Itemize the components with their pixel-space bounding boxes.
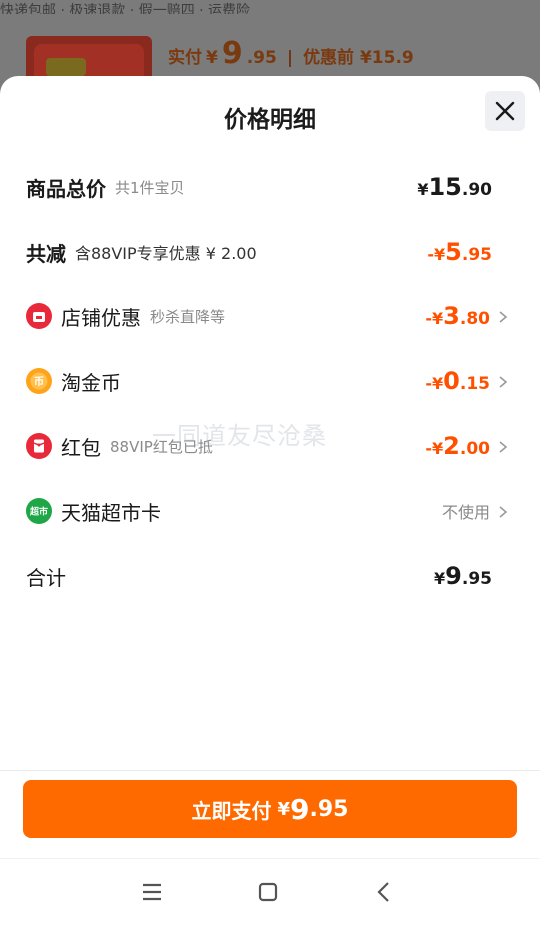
- price-int: 9: [445, 562, 462, 590]
- row-label: 天猫超市卡: [61, 500, 161, 525]
- coin-icon: 币: [26, 368, 52, 394]
- row-label: 共减: [26, 241, 66, 266]
- before-discount: 优惠前 ¥15.9: [303, 48, 414, 68]
- row-supermarket-card[interactable]: 超市 天猫超市卡 不使用: [0, 489, 540, 533]
- currency: -¥: [425, 309, 444, 328]
- price-int: 2: [443, 432, 460, 460]
- chevron-right-icon: [496, 374, 510, 388]
- row-label: 商品总价: [26, 176, 106, 201]
- pay-currency: ¥: [277, 798, 291, 820]
- row-label: 合计: [26, 565, 66, 590]
- paid-label: 实付: [168, 48, 202, 68]
- separator: |: [286, 48, 294, 68]
- price-int: 3: [443, 302, 460, 330]
- shop-discount-price: -¥ 3 .80: [425, 302, 490, 330]
- close-icon: [495, 101, 515, 121]
- chevron-right-icon: [496, 504, 510, 518]
- home-button[interactable]: [253, 877, 283, 907]
- goods-total-price: ¥ 15 .90: [417, 173, 492, 201]
- grand-total-price: ¥ 9 .95: [434, 562, 492, 590]
- currency: ¥: [434, 569, 446, 588]
- row-shop-discount[interactable]: 店铺优惠 秒杀直降等 -¥ 3 .80: [0, 294, 540, 338]
- home-icon: [258, 882, 278, 902]
- sheet-title: 价格明细: [224, 107, 316, 133]
- product-logo: [46, 58, 86, 76]
- paid-int: 9: [221, 36, 243, 71]
- redpacket-icon: [26, 433, 52, 459]
- paid-currency: ¥: [206, 48, 218, 68]
- price-int: 15: [428, 173, 462, 201]
- row-sub: 秒杀直降等: [150, 307, 226, 326]
- shop-icon: [26, 303, 52, 329]
- supermarket-icon: 超市: [26, 498, 52, 524]
- price-int: 0: [443, 367, 460, 395]
- background-price: 实付 ¥ 9 .95 | 优惠前 ¥15.9: [168, 36, 414, 71]
- red-packet-price: -¥ 2 .00: [425, 432, 490, 460]
- back-icon: [377, 882, 389, 902]
- pay-int: 9: [290, 792, 310, 826]
- total-discount-price: -¥ 5 .95: [427, 238, 492, 266]
- row-total-discount: 共减 含88VIP专享优惠 ¥ 2.00 -¥ 5 .95: [0, 230, 540, 274]
- paid-dec: .95: [246, 48, 277, 68]
- svg-text:超市: 超市: [29, 506, 48, 518]
- row-label: 红包: [61, 435, 101, 460]
- chevron-right-icon: [496, 439, 510, 453]
- row-sub: 共1件宝贝: [115, 178, 185, 197]
- system-nav-bar: [0, 858, 540, 926]
- menu-button[interactable]: [137, 877, 167, 907]
- pay-dec: .95: [309, 796, 349, 822]
- row-taobao-coin[interactable]: 币 淘金币 -¥ 0 .15: [0, 359, 540, 403]
- price-detail-sheet: 价格明细 商品总价 共1件宝贝 ¥ 15 .90 共减 含88VIP专享优惠 ¥…: [0, 76, 540, 926]
- footer-divider: [0, 770, 540, 771]
- currency: -¥: [427, 245, 446, 264]
- close-button[interactable]: [485, 91, 525, 131]
- price-dec: .90: [461, 180, 492, 200]
- row-goods-total: 商品总价 共1件宝贝 ¥ 15 .90: [0, 165, 540, 209]
- pay-now-button[interactable]: 立即支付 ¥ 9 .95: [23, 780, 517, 838]
- currency: ¥: [417, 180, 429, 199]
- price-dec: .00: [459, 439, 490, 459]
- currency: -¥: [425, 374, 444, 393]
- currency: -¥: [425, 439, 444, 458]
- row-sub: 含88VIP专享优惠 ¥ 2.00: [75, 244, 257, 263]
- price-dec: .95: [461, 569, 492, 589]
- row-label: 店铺优惠: [61, 305, 141, 330]
- price-int: 5: [445, 238, 462, 266]
- chevron-right-icon: [496, 309, 510, 323]
- card-value: 不使用: [441, 503, 490, 522]
- price-dec: .80: [459, 309, 490, 329]
- pay-label: 立即支付: [191, 798, 272, 823]
- watermark: 一同道友尽沧桑: [152, 422, 327, 450]
- row-label: 淘金币: [61, 370, 121, 395]
- svg-text:币: 币: [34, 376, 44, 388]
- price-dec: .15: [459, 374, 490, 394]
- back-button[interactable]: [369, 877, 399, 907]
- background-top-strip: 快递包邮 · 极速退款 · 假一赔四 · 运费险: [0, 3, 251, 14]
- coin-price: -¥ 0 .15: [425, 367, 490, 395]
- price-dec: .95: [461, 245, 492, 265]
- row-grand-total: 合计 ¥ 9 .95: [0, 554, 540, 598]
- menu-icon: [143, 883, 161, 901]
